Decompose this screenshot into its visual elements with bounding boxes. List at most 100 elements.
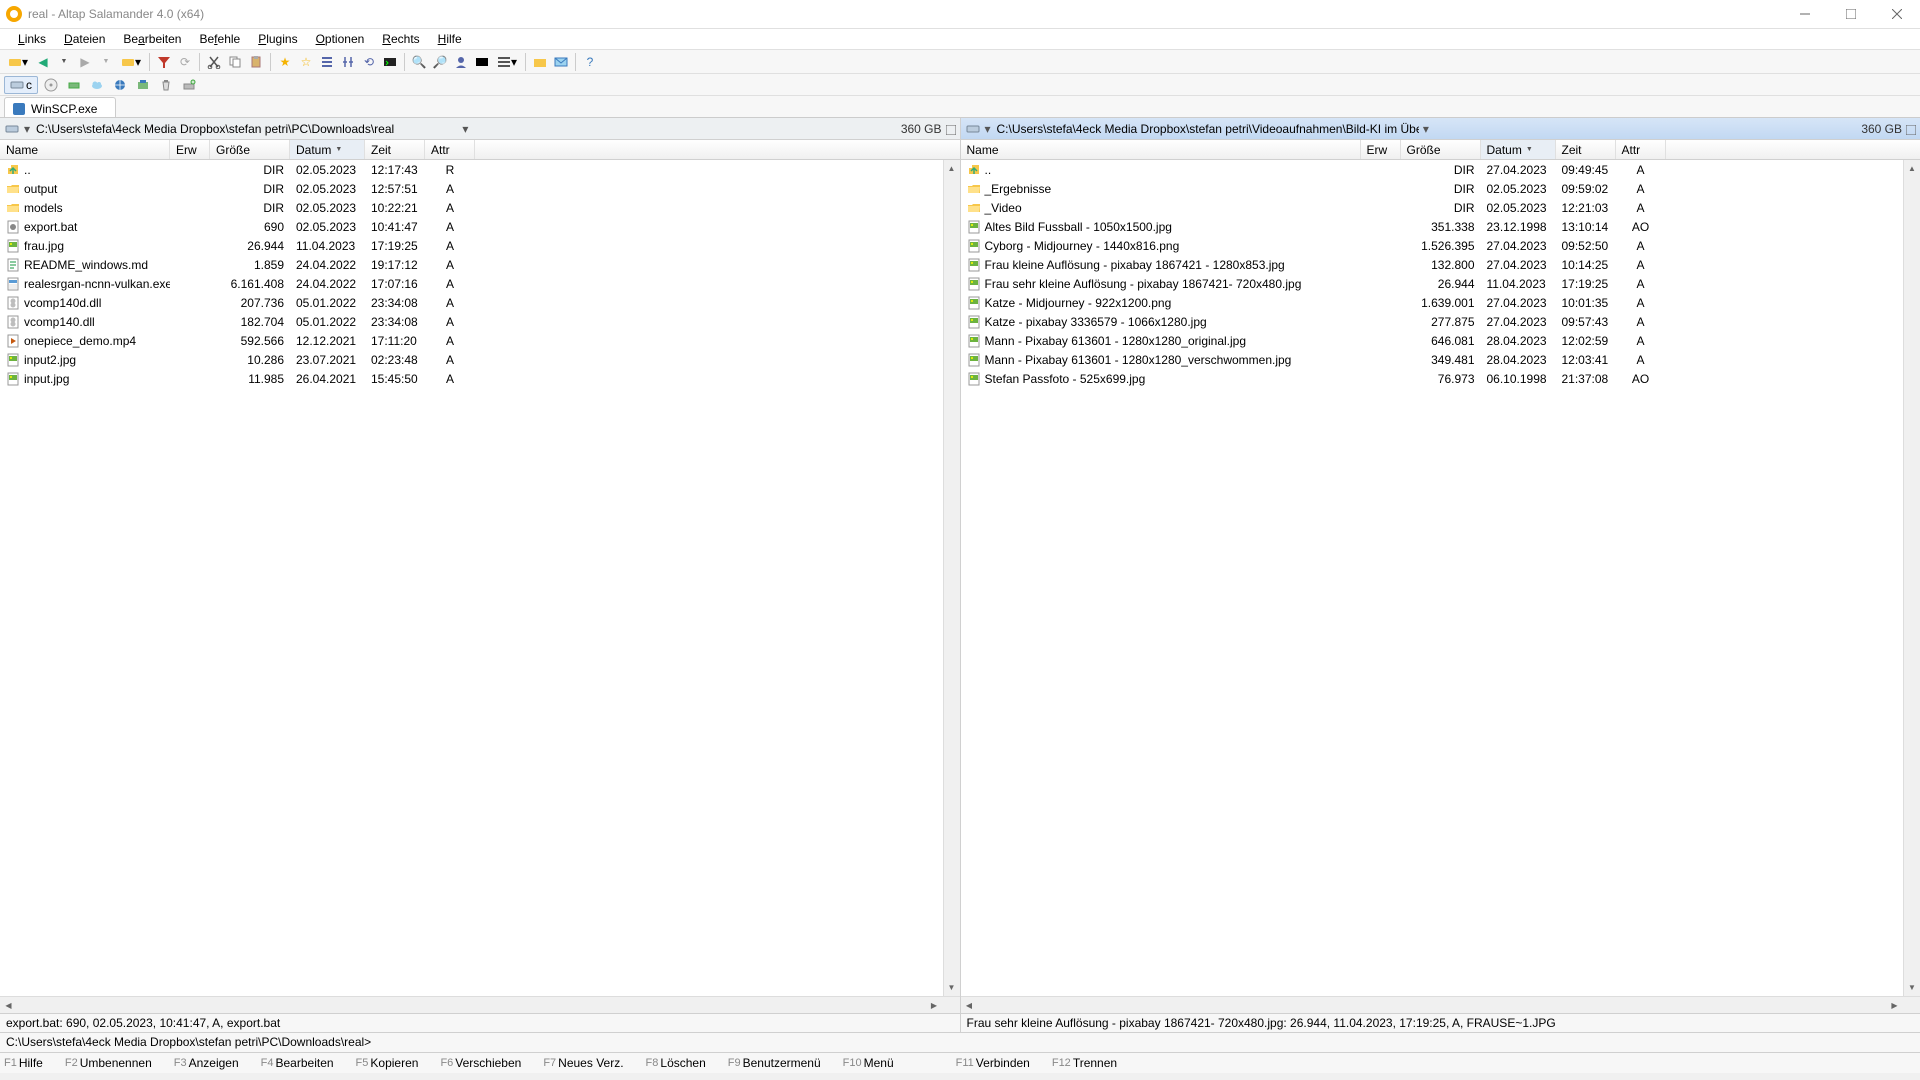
compare-button[interactable] <box>338 52 358 72</box>
drive-right-dropdown[interactable]: ▾ <box>117 52 145 72</box>
menu-hilfe[interactable]: Hilfe <box>430 30 470 48</box>
list-item[interactable]: Stefan Passfoto - 525x699.jpg76.97306.10… <box>961 369 1920 388</box>
right-vscrollbar[interactable]: ▲▼ <box>1903 160 1920 996</box>
folder-yellow-button[interactable] <box>530 52 550 72</box>
menu-befehle[interactable]: Befehle <box>191 30 248 48</box>
list-item[interactable]: _ErgebnisseDIR02.05.202309:59:02A <box>961 179 1920 198</box>
col-header-name[interactable]: Name <box>961 140 1361 159</box>
command-line[interactable]: C:\Users\stefa\4eck Media Dropbox\stefan… <box>0 1033 1920 1053</box>
terminal-button[interactable] <box>380 52 400 72</box>
nav-back-button[interactable]: ◀ <box>33 52 53 72</box>
fkey-f10[interactable]: F10Menü <box>843 1056 894 1070</box>
col-header-größe[interactable]: Größe <box>210 140 290 159</box>
path-dropdown-icon[interactable]: ▾ <box>1423 122 1431 136</box>
sync-button[interactable]: ⟲ <box>359 52 379 72</box>
user-button[interactable] <box>451 52 471 72</box>
col-header-größe[interactable]: Größe <box>1401 140 1481 159</box>
list-item[interactable]: Altes Bild Fussball - 1050x1500.jpg351.3… <box>961 217 1920 236</box>
list-item[interactable]: outputDIR02.05.202312:57:51A <box>0 179 960 198</box>
menu-rechts[interactable]: Rechts <box>374 30 427 48</box>
cut-button[interactable] <box>204 52 224 72</box>
view-mode-dropdown[interactable]: ▾ <box>493 52 521 72</box>
fkey-f11[interactable]: F11Verbinden <box>956 1056 1030 1070</box>
list-item[interactable]: Mann - Pixabay 613601 - 1280x1280_versch… <box>961 350 1920 369</box>
list-item[interactable]: realesrgan-ncnn-vulkan.exe6.161.40824.04… <box>0 274 960 293</box>
fkey-f4[interactable]: F4Bearbeiten <box>261 1056 334 1070</box>
copy-button[interactable] <box>225 52 245 72</box>
list-item[interactable]: Katze - pixabay 3336579 - 1066x1280.jpg2… <box>961 312 1920 331</box>
drive-shared-button[interactable] <box>133 76 153 94</box>
drive-c-button[interactable]: c <box>4 76 38 94</box>
left-hscrollbar[interactable]: ◀▶ <box>0 996 960 1013</box>
minimize-button[interactable] <box>1782 0 1828 29</box>
chevron-down-icon[interactable]: ▾ <box>24 122 32 136</box>
tab-winscp[interactable]: WinSCP.exe <box>4 97 116 117</box>
list-item[interactable]: Frau sehr kleine Auflösung - pixabay 186… <box>961 274 1920 293</box>
chevron-down-icon[interactable]: ▾ <box>985 122 993 136</box>
filter-button[interactable] <box>154 52 174 72</box>
list-item[interactable]: README_windows.md1.85924.04.202219:17:12… <box>0 255 960 274</box>
col-header-datum[interactable]: Datum▼ <box>1481 140 1556 159</box>
nav-forward-button[interactable]: ▶ <box>75 52 95 72</box>
fkey-f3[interactable]: F3Anzeigen <box>174 1056 239 1070</box>
fkey-f5[interactable]: F5Kopieren <box>356 1056 419 1070</box>
list-item[interactable]: Cyborg - Midjourney - 1440x816.png1.526.… <box>961 236 1920 255</box>
nav-back-dropdown[interactable]: ▼ <box>54 52 74 72</box>
panel-menu-icon[interactable] <box>946 124 956 134</box>
paste-button[interactable] <box>246 52 266 72</box>
col-header-zeit[interactable]: Zeit <box>1556 140 1616 159</box>
drive-network1-button[interactable] <box>64 76 84 94</box>
list-item[interactable]: Katze - Midjourney - 922x1200.png1.639.0… <box>961 293 1920 312</box>
favorite-add-button[interactable]: ★ <box>275 52 295 72</box>
view-list-button[interactable] <box>317 52 337 72</box>
menu-bearbeiten[interactable]: Bearbeiten <box>115 30 189 48</box>
list-item[interactable]: ..DIR27.04.202309:49:45A <box>961 160 1920 179</box>
fkey-f1[interactable]: F1Hilfe <box>4 1056 43 1070</box>
close-button[interactable] <box>1874 0 1920 29</box>
find-files-button[interactable]: 🔎 <box>430 52 450 72</box>
left-path-bar[interactable]: ▾C:\Users\stefa\4eck Media Dropbox\stefa… <box>0 118 960 140</box>
list-item[interactable]: onepiece_demo.mp4592.56612.12.202117:11:… <box>0 331 960 350</box>
list-item[interactable]: _VideoDIR02.05.202312:21:03A <box>961 198 1920 217</box>
nav-forward-dropdown[interactable]: ▼ <box>96 52 116 72</box>
list-item[interactable]: Frau kleine Auflösung - pixabay 1867421 … <box>961 255 1920 274</box>
col-header-attr[interactable]: Attr <box>1616 140 1666 159</box>
dos-button[interactable] <box>472 52 492 72</box>
menu-dateien[interactable]: Dateien <box>56 30 113 48</box>
help-button[interactable]: ? <box>580 52 600 72</box>
fkey-f2[interactable]: F2Umbenennen <box>65 1056 152 1070</box>
drive-add-button[interactable] <box>179 76 199 94</box>
col-header-erw[interactable]: Erw <box>170 140 210 159</box>
list-item[interactable]: vcomp140d.dll207.73605.01.202223:34:08A <box>0 293 960 312</box>
list-item[interactable]: ..DIR02.05.202312:17:43R <box>0 160 960 179</box>
mail-button[interactable] <box>551 52 571 72</box>
maximize-button[interactable] <box>1828 0 1874 29</box>
menu-optionen[interactable]: Optionen <box>308 30 373 48</box>
path-dropdown-icon[interactable]: ▾ <box>462 122 470 136</box>
fkey-f9[interactable]: F9Benutzermenü <box>728 1056 821 1070</box>
list-item[interactable]: input.jpg11.98526.04.202115:45:50A <box>0 369 960 388</box>
menu-links[interactable]: Links <box>10 30 54 48</box>
drive-left-dropdown[interactable]: ▾ <box>4 52 32 72</box>
col-header-datum[interactable]: Datum▼ <box>290 140 365 159</box>
fkey-f12[interactable]: F12Trennen <box>1052 1056 1117 1070</box>
right-path-bar[interactable]: ▾C:\Users\stefa\4eck Media Dropbox\stefa… <box>961 118 1920 140</box>
favorite-button[interactable]: ☆ <box>296 52 316 72</box>
menu-plugins[interactable]: Plugins <box>250 30 305 48</box>
panel-menu-icon[interactable] <box>1906 124 1916 134</box>
fkey-f7[interactable]: F7Neues Verz. <box>543 1056 623 1070</box>
fkey-f8[interactable]: F8Löschen <box>646 1056 706 1070</box>
drive-recycle-button[interactable] <box>156 76 176 94</box>
right-hscrollbar[interactable]: ◀▶ <box>961 996 1920 1013</box>
col-header-name[interactable]: Name <box>0 140 170 159</box>
find-button[interactable]: 🔍 <box>409 52 429 72</box>
left-vscrollbar[interactable]: ▲▼ <box>943 160 960 996</box>
list-item[interactable]: Mann - Pixabay 613601 - 1280x1280_origin… <box>961 331 1920 350</box>
col-header-erw[interactable]: Erw <box>1361 140 1401 159</box>
list-item[interactable]: frau.jpg26.94411.04.202317:19:25A <box>0 236 960 255</box>
list-item[interactable]: input2.jpg10.28623.07.202102:23:48A <box>0 350 960 369</box>
drive-cd-button[interactable] <box>41 76 61 94</box>
fkey-f6[interactable]: F6Verschieben <box>440 1056 521 1070</box>
drive-cloud-button[interactable] <box>87 76 107 94</box>
col-header-attr[interactable]: Attr <box>425 140 475 159</box>
